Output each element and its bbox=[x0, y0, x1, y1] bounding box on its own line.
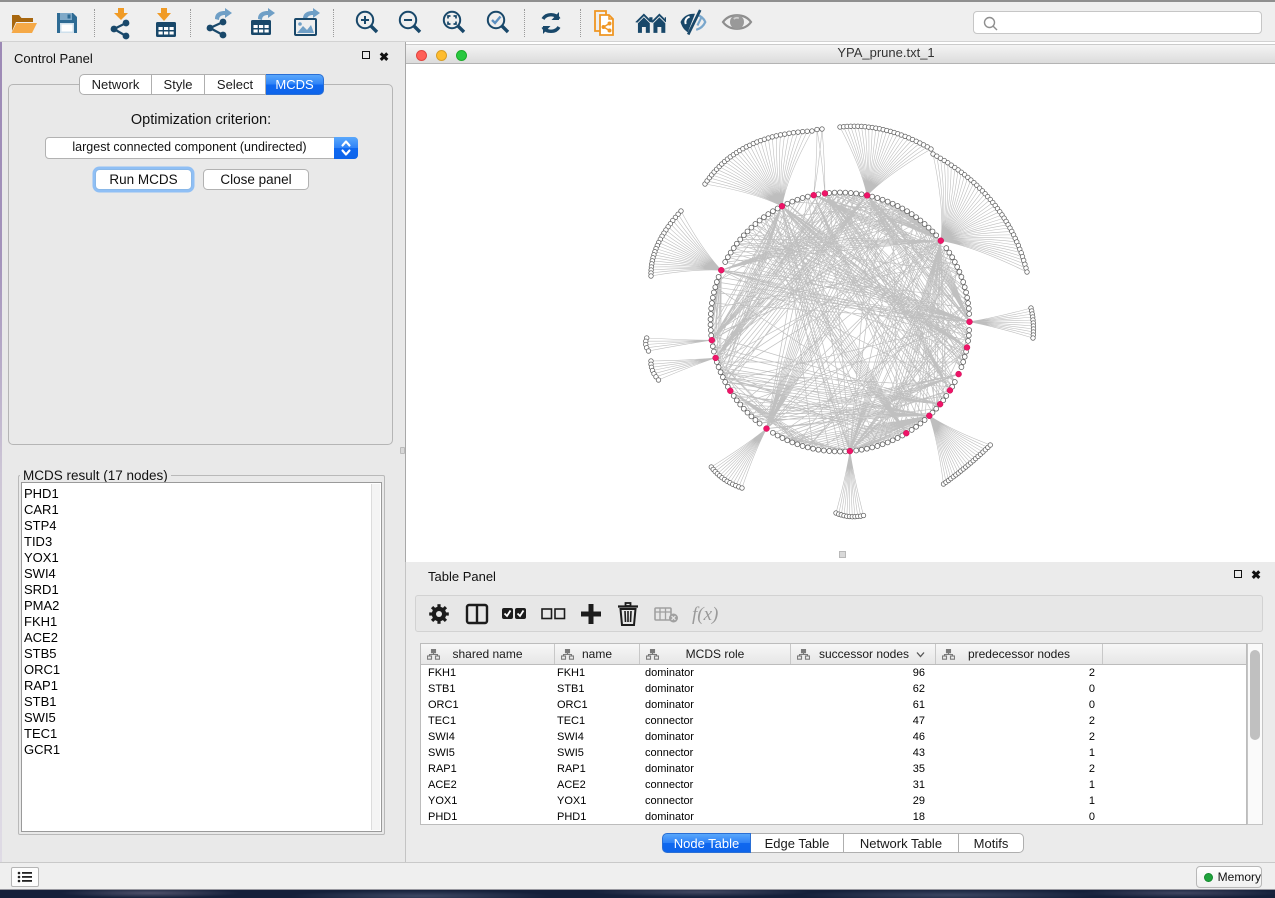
svg-text:f(x): f(x) bbox=[692, 604, 718, 625]
